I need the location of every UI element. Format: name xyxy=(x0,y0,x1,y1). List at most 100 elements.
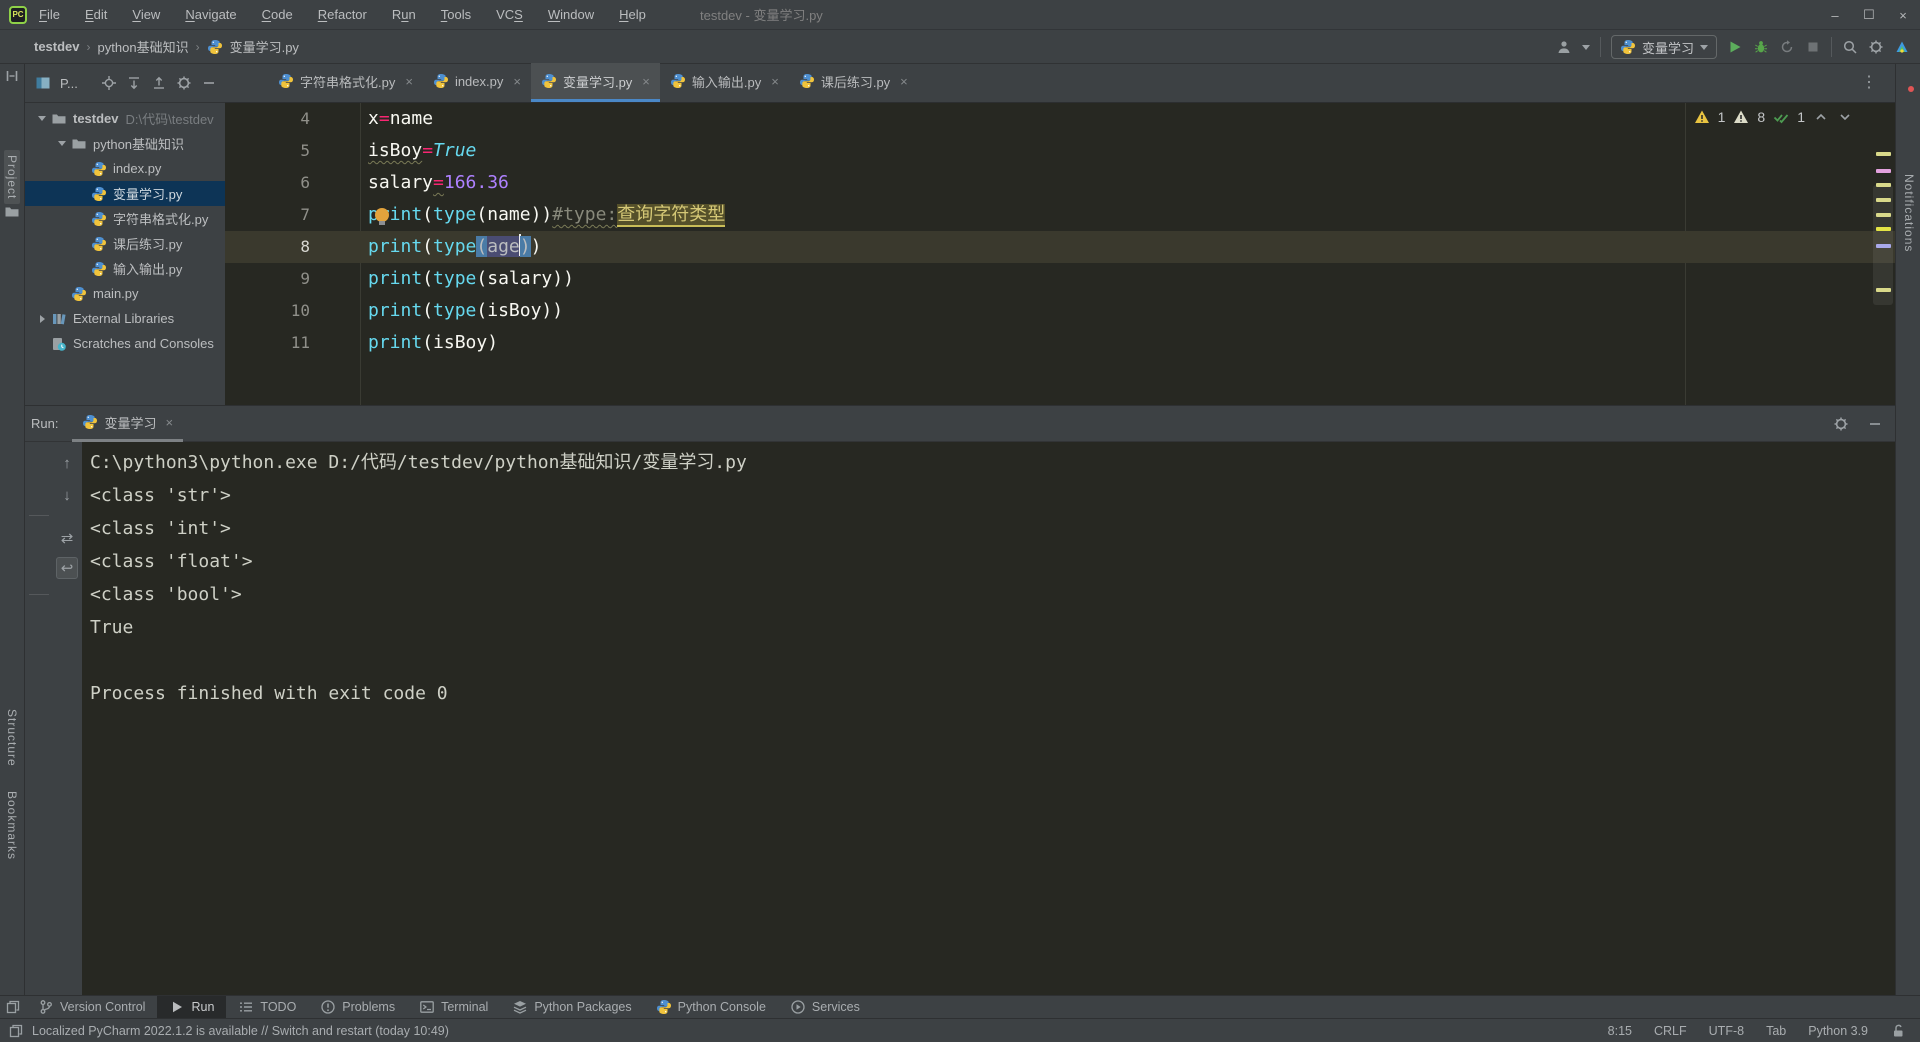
tool-window-button-run[interactable]: Run xyxy=(157,995,227,1019)
tool-stripe-notifications[interactable]: Notifications xyxy=(1902,174,1916,252)
run-with-coverage-button[interactable] xyxy=(1779,39,1795,55)
tool-stripe-structure[interactable]: Structure xyxy=(5,709,19,767)
stop-process-button[interactable] xyxy=(28,530,50,552)
tree-item-变量学习.py[interactable]: 变量学习.py xyxy=(25,181,225,206)
breadcrumb-item[interactable]: python基础知识 xyxy=(98,37,189,56)
code-line-5[interactable]: 5 isBoy=True xyxy=(225,135,1895,167)
up-stack-trace-icon[interactable]: ↑ xyxy=(56,452,78,474)
code-line-7[interactable]: 7 print(type(name))#type:查询字符类型 xyxy=(225,199,1895,231)
tool-stripe-project[interactable]: Project xyxy=(4,150,20,205)
inspections-widget[interactable]: 1 8 1 xyxy=(1694,109,1853,125)
tree-item-testdev[interactable]: testdev D:\代码\testdev xyxy=(25,106,225,131)
run-console-output[interactable]: C:\python3\python.exe D:/代码/testdev/pyth… xyxy=(82,442,1895,995)
tree-item-课后练习.py[interactable]: 课后练习.py xyxy=(25,231,225,256)
tree-item-index.py[interactable]: index.py xyxy=(25,156,225,181)
down-stack-trace-icon[interactable]: ↓ xyxy=(56,484,78,506)
error-stripe-mark[interactable] xyxy=(1876,198,1891,202)
run-settings-wrench-icon[interactable] xyxy=(28,484,50,506)
breadcrumb-item[interactable]: testdev xyxy=(34,39,80,54)
tree-item-External Libraries[interactable]: External Libraries xyxy=(25,306,225,331)
menu-view[interactable]: View xyxy=(132,7,160,22)
breadcrumb-item[interactable]: 变量学习.py xyxy=(230,37,299,56)
close-icon[interactable]: × xyxy=(900,74,908,89)
code-line-10[interactable]: 10 print(type(isBoy)) xyxy=(225,295,1895,327)
debug-button[interactable] xyxy=(1753,39,1769,55)
editor-tab-index.py[interactable]: index.py × xyxy=(423,63,531,102)
run-button[interactable] xyxy=(1727,39,1743,55)
status-widget-crlf[interactable]: CRLF xyxy=(1654,1024,1687,1038)
rerun-button[interactable] xyxy=(28,452,50,474)
minimize-button[interactable]: – xyxy=(1818,0,1852,30)
tool-window-button-todo[interactable]: TODO xyxy=(226,996,308,1019)
code-line-4[interactable]: 4 x=name xyxy=(225,103,1895,135)
pin-tab-icon[interactable] xyxy=(28,607,50,629)
tool-window-button-python-packages[interactable]: Python Packages xyxy=(500,996,643,1019)
editor-tab-字符串格式化.py[interactable]: 字符串格式化.py × xyxy=(268,63,423,102)
error-stripe-mark[interactable] xyxy=(1876,152,1891,156)
menu-tools[interactable]: Tools xyxy=(441,7,471,22)
status-message[interactable]: Localized PyCharm 2022.1.2 is available … xyxy=(32,1024,449,1038)
tool-window-button-python-console[interactable]: Python Console xyxy=(644,996,778,1019)
menu-window[interactable]: Window xyxy=(548,7,594,22)
menu-run[interactable]: Run xyxy=(392,7,416,22)
tree-item-Scratches and Consoles[interactable]: Scratches and Consoles xyxy=(25,331,225,356)
line-number[interactable]: 11 xyxy=(225,327,310,359)
close-icon[interactable]: × xyxy=(771,74,779,89)
maximize-button[interactable]: ☐ xyxy=(1852,0,1886,30)
tool-window-button-services[interactable]: Services xyxy=(778,996,872,1019)
restore-layout-icon[interactable] xyxy=(28,565,50,587)
error-stripe-mark[interactable] xyxy=(1876,244,1891,248)
stripe-toggle-icon[interactable] xyxy=(4,68,20,84)
menu-vcs[interactable]: VCS xyxy=(496,7,523,22)
tree-chevron-icon[interactable] xyxy=(33,314,51,323)
run-tab[interactable]: 变量学习 × xyxy=(72,405,184,442)
ide-features-icon[interactable] xyxy=(1894,39,1910,55)
error-stripe[interactable] xyxy=(1873,103,1893,405)
status-widget-utf-8[interactable]: UTF-8 xyxy=(1709,1024,1744,1038)
tool-window-button-version-control[interactable]: Version Control xyxy=(26,996,157,1019)
tree-item-main.py[interactable]: main.py xyxy=(25,281,225,306)
collapse-all-icon[interactable] xyxy=(151,75,167,91)
close-icon[interactable]: × xyxy=(405,74,413,89)
stop-button[interactable] xyxy=(1805,39,1821,55)
editor-tab-课后练习.py[interactable]: 课后练习.py × xyxy=(789,63,918,102)
previous-problem-icon[interactable] xyxy=(1813,109,1829,125)
line-number[interactable]: 9 xyxy=(225,263,310,295)
code-line-9[interactable]: 9 print(type(salary)) xyxy=(225,263,1895,295)
menu-code[interactable]: Code xyxy=(262,7,293,22)
error-stripe-mark[interactable] xyxy=(1876,183,1891,187)
status-widget-python-3-9[interactable]: Python 3.9 xyxy=(1808,1024,1868,1038)
tree-item-字符串格式化.py[interactable]: 字符串格式化.py xyxy=(25,206,225,231)
close-icon[interactable]: × xyxy=(642,74,650,89)
soft-wrap-icon[interactable]: ↩ xyxy=(56,557,78,579)
intention-bulb-icon[interactable] xyxy=(375,208,389,225)
line-number[interactable]: 7 xyxy=(225,199,310,231)
line-number[interactable]: 10 xyxy=(225,295,310,327)
tab-options-kebab-icon[interactable]: ⋮ xyxy=(1861,72,1877,92)
error-stripe-mark[interactable] xyxy=(1876,213,1891,217)
project-panel-title[interactable]: P... xyxy=(60,76,78,91)
menu-refactor[interactable]: Refactor xyxy=(318,7,367,22)
folder-tool-icon[interactable] xyxy=(4,204,20,220)
search-everywhere-icon[interactable] xyxy=(1842,39,1858,55)
code-line-11[interactable]: 11 print(isBoy) xyxy=(225,327,1895,359)
print-icon[interactable] xyxy=(56,586,78,608)
tool-stripe-bookmarks[interactable]: Bookmarks xyxy=(5,791,19,860)
expand-all-icon[interactable] xyxy=(126,75,142,91)
panel-settings-gear-icon[interactable] xyxy=(176,75,192,91)
tool-window-switcher-icon[interactable] xyxy=(0,999,26,1015)
scroll-to-end-icon[interactable]: ⇄ xyxy=(56,527,78,549)
menu-navigate[interactable]: Navigate xyxy=(185,7,236,22)
close-icon[interactable]: × xyxy=(165,415,173,430)
tree-chevron-icon[interactable] xyxy=(33,116,51,121)
line-number[interactable]: 8 xyxy=(225,231,310,263)
tool-window-button-terminal[interactable]: Terminal xyxy=(407,996,500,1019)
menu-help[interactable]: Help xyxy=(619,7,646,22)
user-icon[interactable] xyxy=(1556,39,1572,55)
menu-file[interactable]: File xyxy=(39,7,60,22)
lock-open-icon[interactable] xyxy=(1890,1023,1906,1039)
run-settings-gear-icon[interactable] xyxy=(1833,416,1849,432)
status-message-area[interactable]: Localized PyCharm 2022.1.2 is available … xyxy=(8,1023,449,1039)
tool-window-button-problems[interactable]: Problems xyxy=(308,996,407,1019)
tree-item-输入输出.py[interactable]: 输入输出.py xyxy=(25,256,225,281)
